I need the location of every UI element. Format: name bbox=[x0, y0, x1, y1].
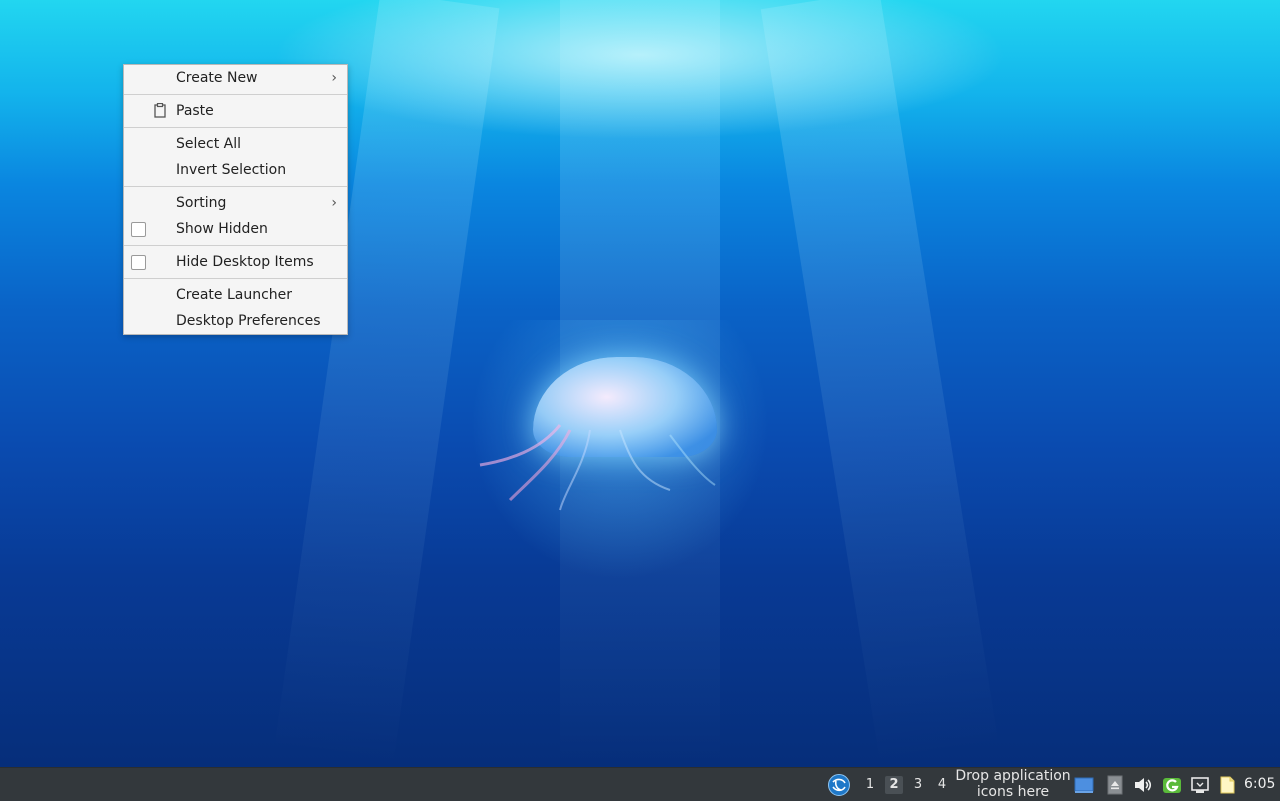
eject-icon[interactable] bbox=[1105, 775, 1125, 795]
volume-icon[interactable] bbox=[1133, 775, 1153, 795]
desktop-context-menu: Create New › Paste Select All Invert Sel… bbox=[123, 64, 348, 335]
menu-item-create-new[interactable]: Create New › bbox=[124, 65, 347, 91]
menu-separator bbox=[124, 278, 347, 279]
menu-item-invert-selection[interactable]: Invert Selection bbox=[124, 157, 347, 183]
menu-item-label: Invert Selection bbox=[176, 162, 287, 178]
lubuntu-logo-icon bbox=[828, 774, 850, 796]
chevron-right-icon: › bbox=[331, 195, 337, 211]
quick-launch-drop-area[interactable]: Drop application icons here bbox=[954, 768, 1072, 800]
menu-item-label: Show Hidden bbox=[176, 221, 268, 237]
menu-item-create-launcher[interactable]: Create Launcher bbox=[124, 282, 347, 308]
clock[interactable]: 6:05 bbox=[1244, 776, 1275, 792]
desktop-switcher-3[interactable]: 3 bbox=[909, 776, 927, 794]
light-ray bbox=[760, 0, 1000, 767]
menu-separator bbox=[124, 127, 347, 128]
menu-item-label: Desktop Preferences bbox=[176, 313, 321, 329]
menu-item-paste[interactable]: Paste bbox=[124, 98, 347, 124]
menu-item-label: Create Launcher bbox=[176, 287, 293, 303]
desktop-switcher-1[interactable]: 1 bbox=[861, 776, 879, 794]
menu-separator bbox=[124, 94, 347, 95]
menu-item-label: Sorting bbox=[176, 195, 227, 211]
taskbar: 1 2 3 4 Drop application icons here 6:05 bbox=[0, 767, 1280, 801]
chevron-right-icon: › bbox=[331, 70, 337, 86]
menu-separator bbox=[124, 186, 347, 187]
update-manager-icon[interactable] bbox=[1162, 775, 1182, 795]
menu-separator bbox=[124, 245, 347, 246]
hide-desktop-items-checkbox[interactable] bbox=[131, 255, 146, 270]
menu-item-label: Create New bbox=[176, 70, 258, 86]
start-menu-button[interactable] bbox=[826, 768, 852, 801]
menu-item-sorting[interactable]: Sorting › bbox=[124, 190, 347, 216]
menu-item-label: Hide Desktop Items bbox=[176, 254, 314, 270]
clipboard-icon bbox=[154, 103, 166, 118]
menu-item-select-all[interactable]: Select All bbox=[124, 131, 347, 157]
desktop-switcher-2[interactable]: 2 bbox=[885, 776, 903, 794]
menu-item-desktop-preferences[interactable]: Desktop Preferences bbox=[124, 308, 347, 334]
desktop-switcher-4[interactable]: 4 bbox=[933, 776, 951, 794]
menu-item-hide-desktop-items[interactable]: Hide Desktop Items bbox=[124, 249, 347, 275]
menu-item-label: Select All bbox=[176, 136, 241, 152]
menu-item-label: Paste bbox=[176, 103, 214, 119]
menu-item-show-hidden[interactable]: Show Hidden bbox=[124, 216, 347, 242]
show-desktop-icon[interactable] bbox=[1074, 775, 1094, 795]
jellyfish-tentacles bbox=[479, 424, 716, 511]
launcher-hint-line2: icons here bbox=[976, 784, 1050, 800]
clipboard-manager-icon[interactable] bbox=[1217, 775, 1237, 795]
network-icon[interactable] bbox=[1190, 775, 1210, 795]
launcher-hint-line1: Drop application bbox=[955, 768, 1071, 784]
show-hidden-checkbox[interactable] bbox=[131, 222, 146, 237]
